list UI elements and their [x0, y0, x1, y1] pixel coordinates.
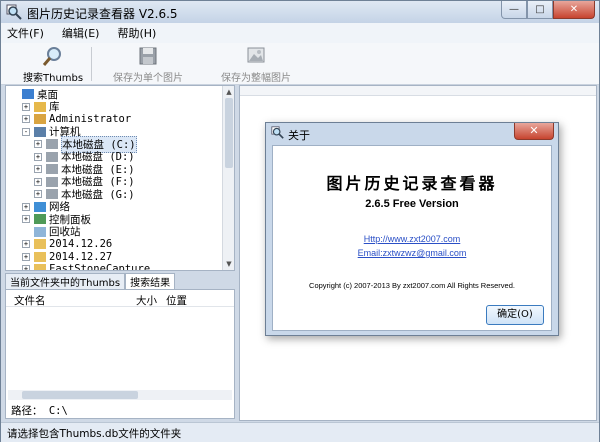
- expand-icon[interactable]: +: [34, 152, 42, 161]
- expand-icon[interactable]: +: [22, 102, 30, 111]
- expand-icon[interactable]: +: [22, 202, 30, 211]
- magnifier-app-icon: [6, 4, 22, 20]
- drive-icon: [46, 139, 58, 150]
- path-label: 路径：: [11, 405, 43, 417]
- window-title: 图片历史记录查看器 V2.6.5: [27, 7, 178, 21]
- search-icon: [42, 47, 62, 66]
- expand-icon[interactable]: +: [34, 190, 42, 199]
- computer-icon: [34, 126, 46, 137]
- about-dialog: 关于 ✕ 图片历史记录查看器 2.6.5 Free Version Http:/…: [265, 122, 559, 336]
- expand-icon[interactable]: +: [22, 115, 30, 124]
- control-panel-icon: [34, 214, 46, 225]
- folder-icon: [34, 264, 46, 270]
- tree-scrollbar[interactable]: ▲ ▼: [222, 86, 234, 270]
- scroll-thumb[interactable]: [225, 98, 233, 168]
- tree-item[interactable]: + FastStoneCapture..: [22, 263, 163, 271]
- drive-icon: [46, 151, 58, 162]
- close-button[interactable]: ✕: [553, 1, 595, 19]
- expand-icon[interactable]: +: [34, 165, 42, 174]
- ok-button[interactable]: 确定(O): [486, 305, 544, 325]
- expand-icon[interactable]: +: [22, 215, 30, 224]
- about-title: 关于: [288, 129, 310, 142]
- save-icon: [139, 47, 157, 65]
- user-icon: [34, 114, 46, 125]
- col-position[interactable]: 位置: [166, 293, 187, 308]
- expand-icon[interactable]: +: [34, 177, 42, 186]
- title-bar: 图片历史记录查看器 V2.6.5 — □ ✕: [1, 1, 599, 23]
- tab-current-folder[interactable]: 当前文件夹中的Thumbs: [5, 273, 126, 289]
- scroll-up-icon[interactable]: ▲: [223, 86, 234, 98]
- results-header: 文件名 大小 位置: [6, 290, 234, 307]
- about-close-button[interactable]: ✕: [514, 123, 554, 140]
- save-single-label: 保存为单个图片: [113, 73, 183, 84]
- tree-item-label: FastStoneCapture..: [49, 263, 163, 271]
- tree-item-label: 库: [49, 101, 60, 114]
- expand-icon[interactable]: +: [34, 140, 42, 149]
- desktop-icon: [22, 89, 34, 100]
- preview-header: [240, 86, 596, 96]
- folder-icon: [34, 239, 46, 250]
- results-list[interactable]: 文件名 大小 位置: [5, 289, 235, 419]
- about-version: 2.6.5 Free Version: [365, 198, 459, 210]
- main-window: 图片历史记录查看器 V2.6.5 — □ ✕ 文件(F) 编辑(E) 帮助(H)…: [0, 0, 600, 442]
- window-controls: — □ ✕: [501, 1, 595, 19]
- results-hscrollbar[interactable]: [8, 390, 232, 400]
- network-icon: [34, 201, 46, 212]
- website-link[interactable]: Http://www.zxt2007.com: [364, 234, 461, 244]
- menu-help[interactable]: 帮助(H): [117, 25, 156, 41]
- hscroll-thumb[interactable]: [22, 391, 138, 399]
- tree-item-label: 2014.12.26: [49, 238, 113, 251]
- search-thumbs-button[interactable]: 搜索Thumbs: [23, 45, 83, 84]
- recycle-bin-icon: [34, 226, 46, 237]
- scroll-down-icon[interactable]: ▼: [223, 258, 234, 270]
- drive-icon: [46, 176, 58, 187]
- folder-icon: [34, 251, 46, 262]
- tree-item[interactable]: +2014.12.26: [22, 238, 112, 251]
- col-filename[interactable]: 文件名: [14, 293, 46, 308]
- menu-bar: 文件(F) 编辑(E) 帮助(H): [1, 23, 599, 43]
- menu-file[interactable]: 文件(F): [7, 25, 44, 41]
- save-whole-label: 保存为整幅图片: [221, 73, 291, 84]
- status-bar: 请选择包含Thumbs.db文件的文件夹: [1, 422, 599, 442]
- result-tabs: 当前文件夹中的Thumbs 搜索结果: [5, 273, 235, 289]
- image-save-icon: [247, 47, 265, 63]
- toolbar: 搜索Thumbs 保存为单个图片 保存为整幅图片: [1, 43, 599, 85]
- about-copyright: Copyright (c) 2007-2013 By zxt2007.com A…: [309, 281, 515, 290]
- tab-search-results[interactable]: 搜索结果: [125, 273, 176, 289]
- tree-item-label: 本地磁盘 (G:): [61, 188, 135, 201]
- collapse-icon[interactable]: -: [22, 127, 30, 136]
- about-body: 图片历史记录查看器 2.6.5 Free Version Http://www.…: [272, 145, 552, 331]
- tree-item-label: 回收站: [49, 226, 81, 239]
- tree-item[interactable]: + 库: [22, 101, 60, 114]
- folder-tree[interactable]: ▲ ▼ 桌面 + 库 + Administrator - 计算机 + 本地磁盘 (C:) + 本地磁…: [5, 85, 235, 271]
- magnifier-app-icon: [271, 126, 284, 139]
- save-whole-button[interactable]: 保存为整幅图片: [221, 45, 291, 84]
- menu-edit[interactable]: 编辑(E): [62, 25, 100, 41]
- path-value: C:\: [48, 405, 68, 417]
- library-icon: [34, 101, 46, 112]
- drive-icon: [46, 164, 58, 175]
- minimize-button[interactable]: —: [501, 1, 527, 19]
- tree-item-label: 2014.12.27: [49, 250, 113, 263]
- col-size[interactable]: 大小: [136, 293, 157, 308]
- path-row: 路径： C:\: [11, 403, 68, 418]
- save-single-button[interactable]: 保存为单个图片: [113, 45, 183, 84]
- expand-icon[interactable]: +: [22, 265, 30, 270]
- expand-icon[interactable]: +: [22, 240, 30, 249]
- tree-item[interactable]: 回收站: [22, 226, 81, 239]
- maximize-button[interactable]: □: [527, 1, 553, 19]
- drive-icon: [46, 189, 58, 200]
- about-app-name: 图片历史记录查看器: [326, 174, 498, 193]
- expand-icon[interactable]: +: [22, 252, 30, 261]
- toolbar-separator: [91, 47, 92, 81]
- email-link[interactable]: Email:zxtwzwz@gmail.com: [358, 248, 467, 258]
- tree-item[interactable]: +2014.12.27: [22, 251, 112, 264]
- search-thumbs-label: 搜索Thumbs: [23, 73, 84, 84]
